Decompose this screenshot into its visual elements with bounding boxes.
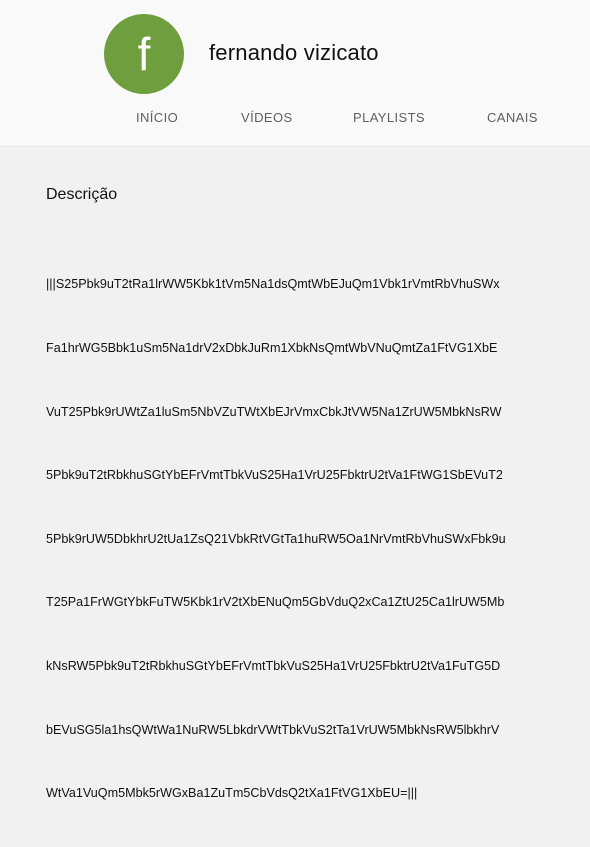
description-line: 5Pbk9rUW5DbkhrU2tUa1ZsQ21VbkRtVGtTa1huRW… — [46, 531, 506, 546]
channel-header: f fernando vizicato INÍCIO VÍDEOS PLAYLI… — [0, 0, 590, 147]
description-line: WtVa1VuQm5Mbk5rWGxBa1ZuTm5CbVdsQ2tXa1FtV… — [46, 786, 418, 801]
tab-playlists[interactable]: PLAYLISTS — [353, 110, 425, 125]
tab-videos[interactable]: VÍDEOS — [241, 110, 293, 125]
description-line: kNsRW5Pbk9uT2tRbkhuSGtYbEFrVmtTbkVuS25Ha… — [46, 659, 501, 674]
description-line: 5Pbk9uT2tRbkhuSGtYbEFrVmtTbkVuS25Ha1VrU2… — [46, 468, 503, 483]
description-line: Fa1hrWG5Bbk1uSm5Na1drV2xDbkJuRm1XbkNsQmt… — [46, 341, 498, 356]
avatar[interactable]: f — [104, 14, 184, 94]
tab-canais[interactable]: CANAIS — [487, 110, 538, 125]
description-line: |||S25Pbk9uT2tRa1lrWW5Kbk1tVm5Na1dsQmtWb… — [46, 277, 500, 292]
description-heading: Descrição — [46, 186, 118, 203]
channel-tabs: INÍCIO VÍDEOS PLAYLISTS CANAIS — [0, 110, 590, 138]
tab-inicio[interactable]: INÍCIO — [136, 110, 178, 125]
description-line: VuT25Pbk9rUWtZa1luSm5NbVZuTWtXbEJrVmxCbk… — [46, 404, 502, 419]
description-line: bEVuSG5la1hsQWtWa1NuRW5LbkdrVWtTbkVuS2tT… — [46, 722, 500, 737]
description-line: T25Pa1FrWGtYbkFuTW5Kbk1rV2tXbENuQm5GbVdu… — [46, 595, 505, 610]
channel-name: fernando vizicato — [209, 40, 379, 65]
description-text: |||S25Pbk9uT2tRa1lrWW5Kbk1tVm5Na1dsQmtWb… — [46, 232, 556, 847]
about-section: Descrição |||S25Pbk9uT2tRa1lrWW5Kbk1tVm5… — [46, 184, 556, 847]
